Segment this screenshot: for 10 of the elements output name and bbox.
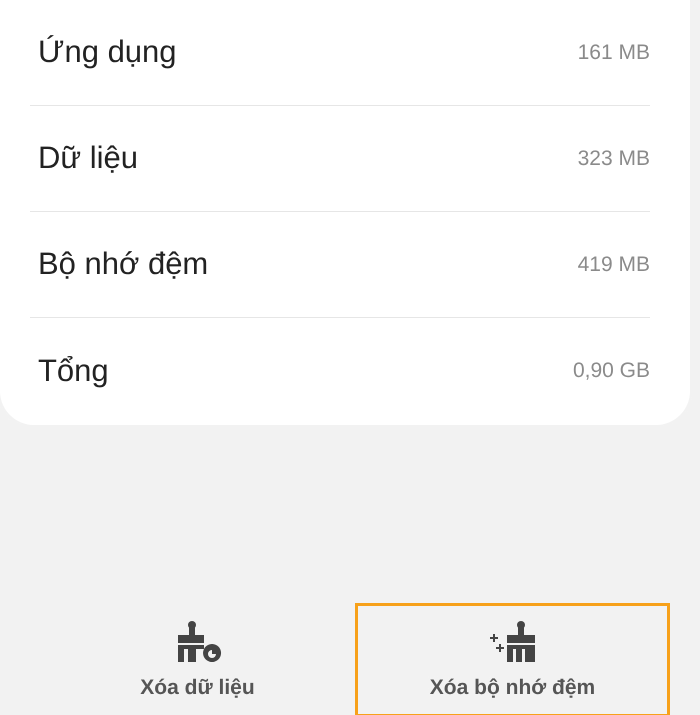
storage-label: Bộ nhớ đệm (38, 245, 208, 284)
clear-data-button[interactable]: Xóa dữ liệu (40, 603, 355, 715)
storage-label: Tổng (38, 352, 109, 390)
storage-value: 419 MB (578, 252, 650, 278)
storage-value: 0,90 GB (572, 358, 650, 384)
storage-label: Ứng dụng (38, 33, 177, 72)
storage-value: 161 MB (578, 40, 650, 66)
storage-value: 323 MB (578, 146, 650, 172)
clear-cache-button[interactable]: Xóa bộ nhớ đệm (355, 603, 670, 715)
storage-label: Dữ liệu (38, 139, 138, 178)
